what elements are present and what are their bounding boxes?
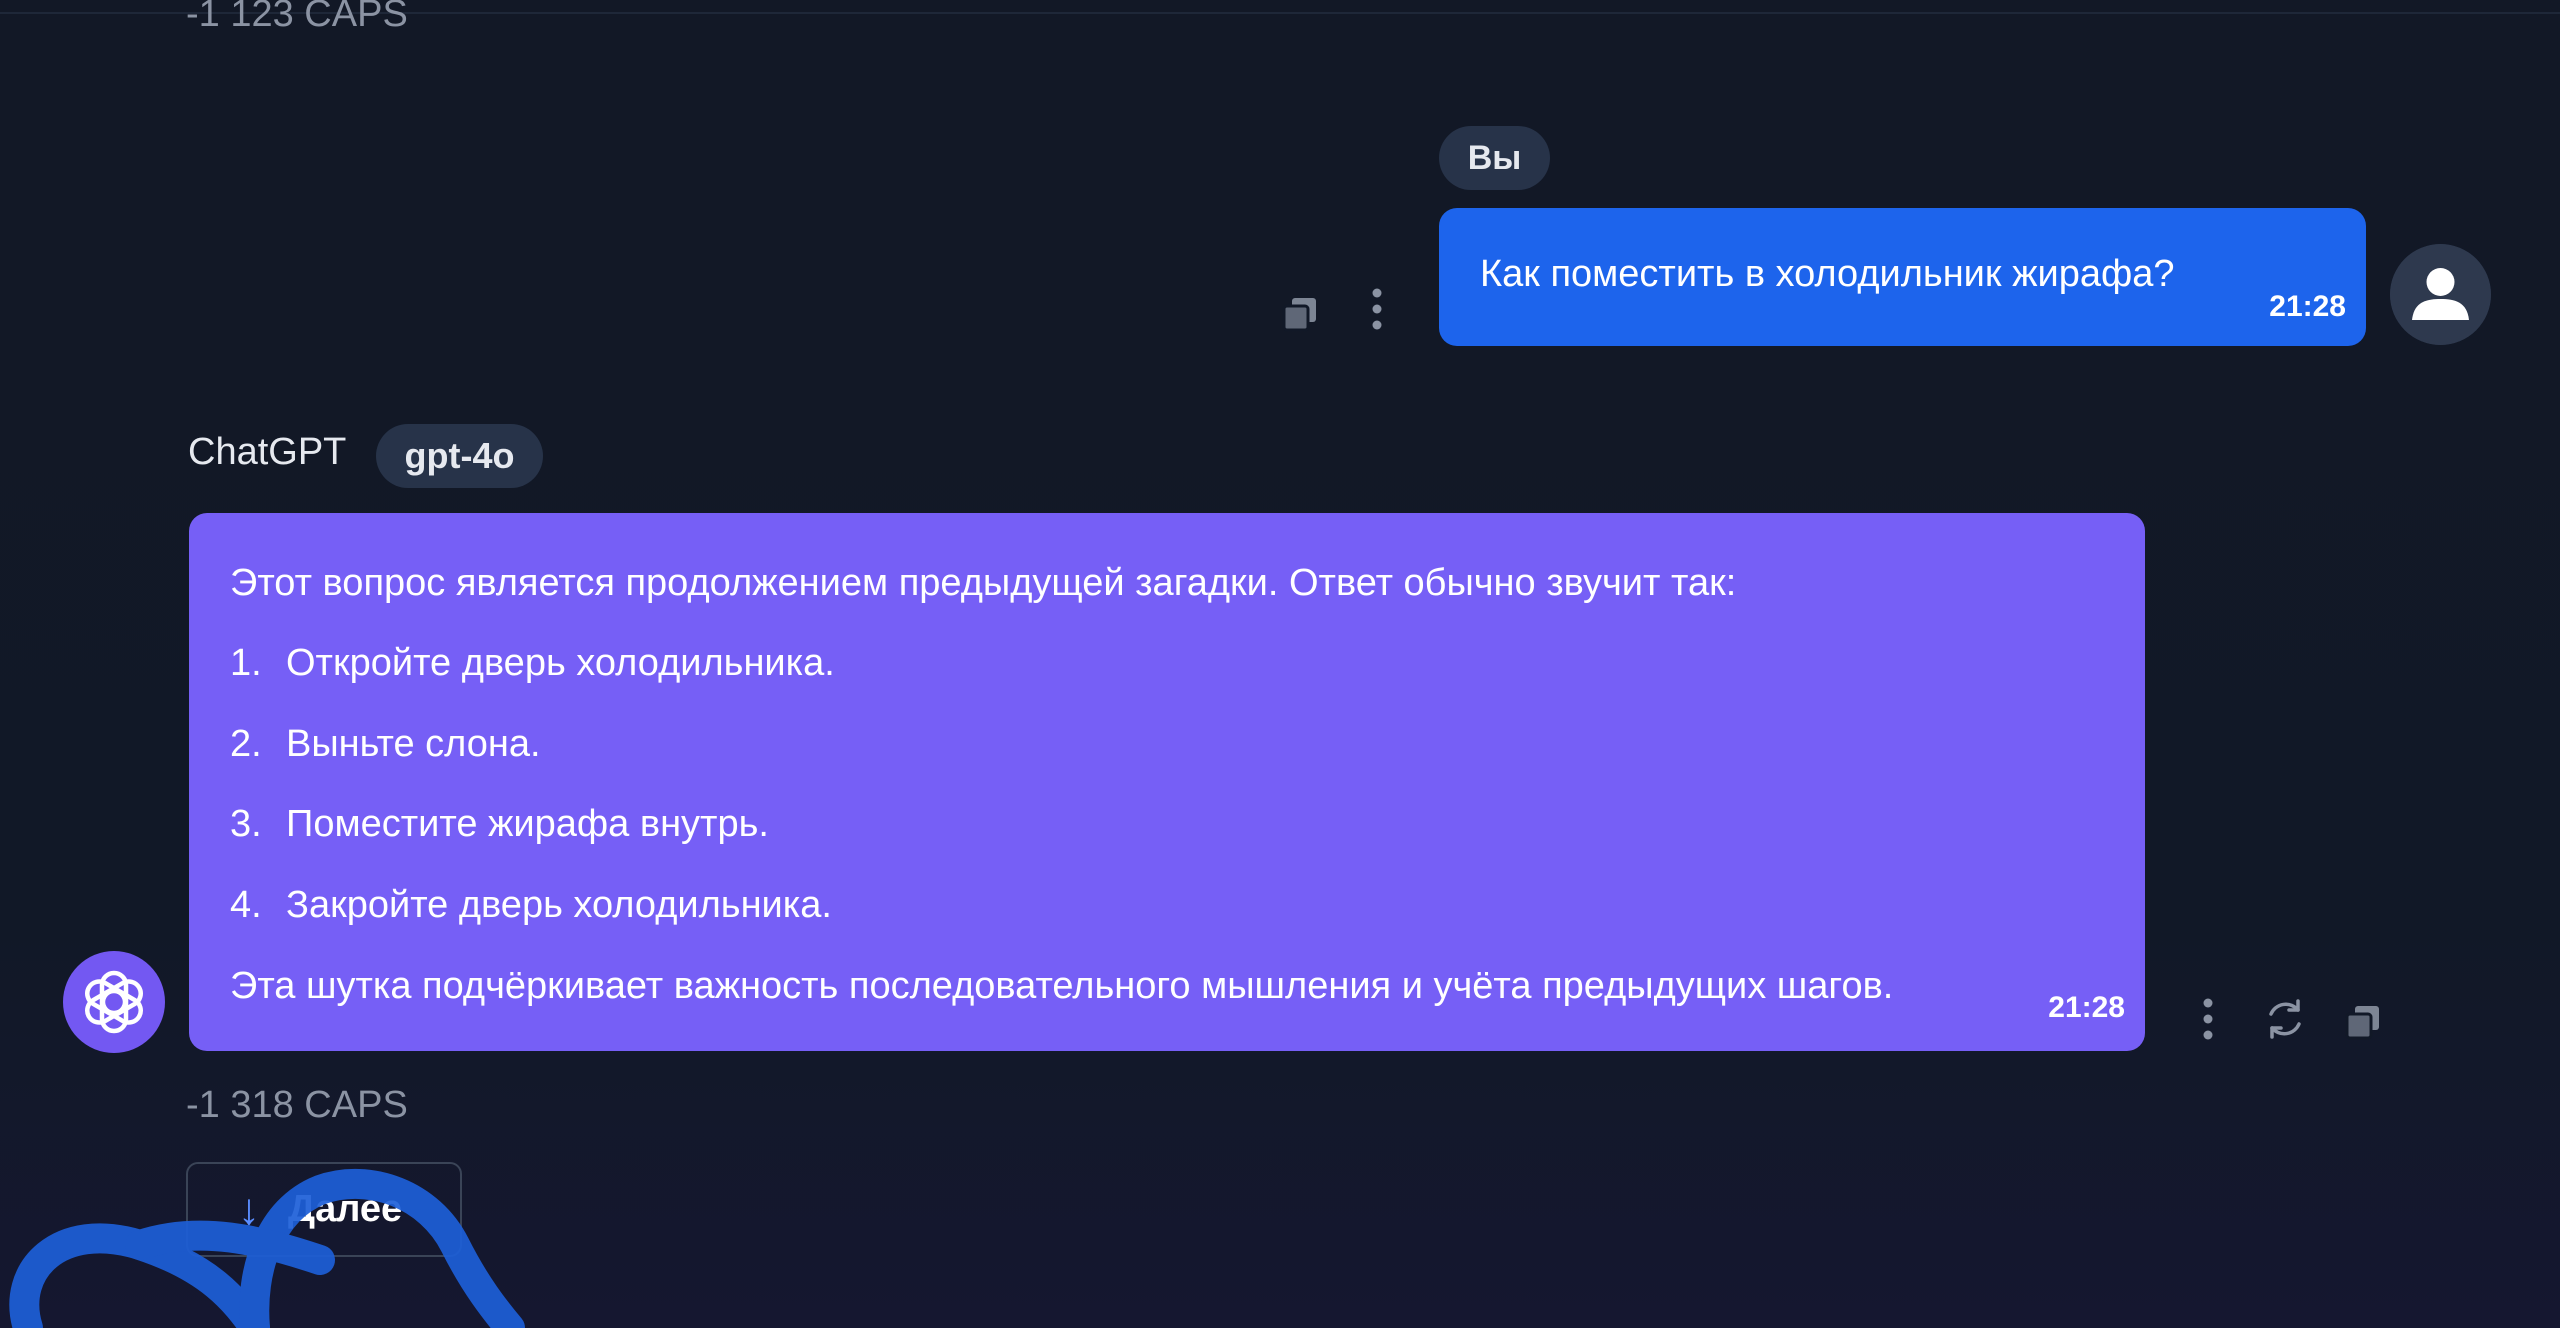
bot-message-outro: Эта шутка подчёркивает важность последов… xyxy=(230,965,1894,1007)
user-message-text: Как поместить в холодильник жирафа? xyxy=(1480,253,2175,295)
more-vertical-icon[interactable] xyxy=(1362,284,1392,334)
bot-message-intro: Этот вопрос является продолжением предыд… xyxy=(230,562,1737,604)
next-button-label: Далее xyxy=(288,1188,403,1230)
next-button[interactable]: ↓ Далее xyxy=(186,1162,462,1257)
openai-logo-icon xyxy=(85,970,143,1034)
bot-name: ChatGPT xyxy=(188,431,347,473)
regenerate-icon[interactable] xyxy=(2262,996,2308,1042)
arrow-down-icon: ↓ xyxy=(238,1184,260,1234)
list-item: 3. Поместите жирафа внутрь. xyxy=(230,800,769,848)
bot-caps-cost: -1 318 CAPS xyxy=(186,1084,408,1126)
list-item-number: 3. xyxy=(230,803,262,845)
model-badge[interactable]: gpt-4o xyxy=(376,424,543,488)
list-item: 2. Выньте слона. xyxy=(230,720,541,768)
list-item: 1. Откройте дверь холодильника. xyxy=(230,639,835,687)
bot-message-time: 21:28 xyxy=(2048,991,2125,1024)
list-item-text: Выньте слона. xyxy=(286,723,541,765)
user-message-time: 21:28 xyxy=(2269,290,2346,323)
user-message-bubble: Как поместить в холодильник жирафа? 21:2… xyxy=(1439,208,2366,346)
copy-icon[interactable] xyxy=(2341,1000,2385,1044)
list-item-text: Откройте дверь холодильника. xyxy=(286,642,835,684)
previous-caps-cost: -1 123 CAPS xyxy=(186,0,408,35)
user-label-badge: Вы xyxy=(1439,126,1550,190)
chat-area: -1 123 CAPS Вы Как поместить в холодильн… xyxy=(0,0,2560,1328)
bot-avatar xyxy=(63,951,165,1053)
list-item-text: Закройте дверь холодильника. xyxy=(286,884,832,926)
user-avatar-icon[interactable] xyxy=(2390,244,2491,345)
list-item-number: 1. xyxy=(230,642,262,684)
list-item-number: 4. xyxy=(230,884,262,926)
list-item-text: Поместите жирафа внутрь. xyxy=(286,803,769,845)
copy-icon[interactable] xyxy=(1278,292,1322,336)
list-item-number: 2. xyxy=(230,723,262,765)
list-item: 4. Закройте дверь холодильника. xyxy=(230,881,832,929)
more-vertical-icon[interactable] xyxy=(2193,994,2223,1044)
bot-message-bubble: Этот вопрос является продолжением предыд… xyxy=(189,513,2145,1051)
